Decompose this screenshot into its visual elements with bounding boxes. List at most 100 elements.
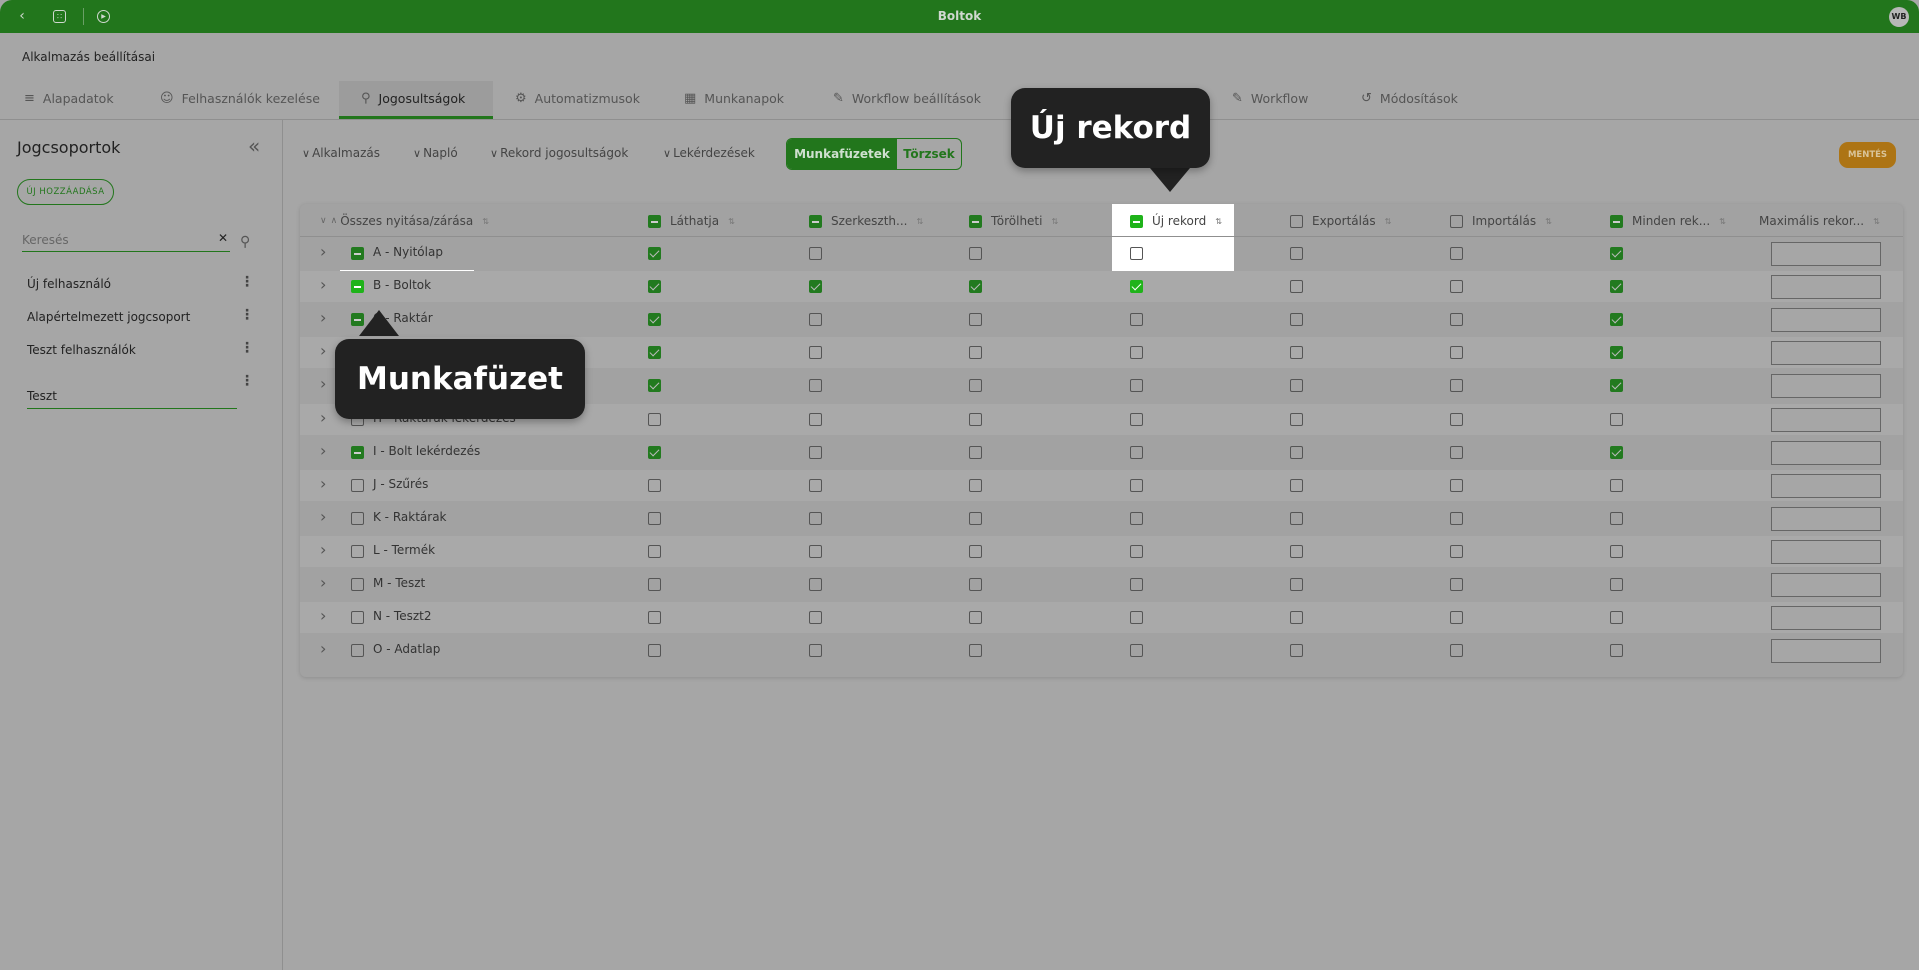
permission-checkbox[interactable] bbox=[809, 478, 822, 492]
chevron-down-icon[interactable]: ∨ bbox=[320, 216, 327, 226]
permission-checkbox[interactable] bbox=[1610, 247, 1623, 260]
max-records-input[interactable] bbox=[1771, 473, 1881, 498]
permission-checkbox[interactable] bbox=[809, 280, 822, 294]
permission-checkbox[interactable] bbox=[809, 379, 822, 393]
max-records-input[interactable] bbox=[1771, 308, 1881, 333]
permission-checkbox[interactable] bbox=[1610, 644, 1623, 658]
permission-checkbox[interactable] bbox=[1450, 578, 1463, 591]
permission-checkbox[interactable] bbox=[648, 644, 661, 658]
filter-naplo[interactable]: ∨ Napló bbox=[413, 146, 458, 160]
filter-rekord-jogosultsagok[interactable]: ∨ Rekord jogosultságok bbox=[490, 146, 628, 160]
permission-checkbox[interactable] bbox=[1130, 445, 1143, 459]
permission-checkbox[interactable] bbox=[809, 644, 822, 658]
permission-checkbox[interactable] bbox=[1610, 280, 1623, 294]
permission-checkbox[interactable] bbox=[1610, 578, 1623, 591]
sidebar-item[interactable]: Teszt felhasználók bbox=[27, 343, 136, 357]
permission-checkbox[interactable] bbox=[809, 247, 822, 260]
permission-checkbox[interactable] bbox=[648, 412, 661, 426]
max-records-input[interactable] bbox=[1771, 506, 1881, 531]
column-header[interactable]: Láthatja ⇅ bbox=[648, 214, 735, 228]
permission-checkbox[interactable] bbox=[1290, 280, 1303, 294]
row-select-checkbox[interactable] bbox=[351, 247, 364, 260]
chevron-right-icon[interactable]: › bbox=[320, 573, 326, 592]
permission-checkbox[interactable] bbox=[1450, 313, 1463, 327]
tab-munkanapok[interactable]: ▦ Munkanapok bbox=[684, 89, 784, 119]
permission-checkbox[interactable] bbox=[1290, 379, 1303, 393]
chevron-right-icon[interactable]: › bbox=[320, 540, 326, 559]
permission-checkbox[interactable] bbox=[1130, 478, 1143, 492]
permission-checkbox[interactable] bbox=[969, 511, 982, 525]
permission-checkbox[interactable] bbox=[1450, 478, 1463, 492]
row-select-checkbox[interactable] bbox=[351, 644, 364, 658]
max-records-input[interactable] bbox=[1771, 606, 1881, 631]
column-header[interactable]: Exportálás ⇅ bbox=[1290, 214, 1391, 228]
permission-checkbox[interactable] bbox=[1450, 544, 1463, 558]
max-records-header[interactable]: Maximális rekor... ⇅ bbox=[1759, 214, 1880, 228]
permission-checkbox[interactable] bbox=[1450, 280, 1463, 294]
permission-checkbox[interactable] bbox=[1290, 412, 1303, 426]
chevron-right-icon[interactable]: › bbox=[320, 242, 326, 261]
permission-checkbox[interactable] bbox=[1290, 511, 1303, 525]
permission-checkbox[interactable] bbox=[969, 346, 982, 360]
permission-checkbox[interactable] bbox=[648, 247, 661, 260]
permission-checkbox[interactable] bbox=[1290, 445, 1303, 459]
permission-checkbox[interactable] bbox=[809, 511, 822, 525]
sort-icon[interactable]: ⇅ bbox=[1719, 217, 1726, 226]
permission-checkbox[interactable] bbox=[969, 445, 982, 459]
permission-checkbox[interactable] bbox=[1290, 478, 1303, 492]
chevron-right-icon[interactable]: › bbox=[320, 308, 326, 327]
avatar[interactable]: WB bbox=[1889, 7, 1909, 27]
chevron-right-icon[interactable]: › bbox=[320, 474, 326, 493]
permission-checkbox[interactable] bbox=[648, 478, 661, 492]
permission-checkbox[interactable] bbox=[1130, 412, 1143, 426]
permission-checkbox[interactable] bbox=[969, 280, 982, 294]
chevron-right-icon[interactable]: › bbox=[320, 441, 326, 460]
permission-checkbox[interactable] bbox=[809, 346, 822, 360]
permission-checkbox[interactable] bbox=[1450, 644, 1463, 658]
tab-jogosultsagok[interactable]: ⚲ Jogosultságok bbox=[339, 81, 493, 119]
row-select-checkbox[interactable] bbox=[351, 544, 364, 558]
tab-workflow-beallitasok[interactable]: ✎ Workflow beállítások bbox=[833, 89, 981, 119]
permission-checkbox[interactable] bbox=[1290, 578, 1303, 591]
permission-checkbox[interactable] bbox=[1610, 445, 1623, 459]
sort-icon[interactable]: ⇅ bbox=[1215, 217, 1222, 226]
sort-icon[interactable]: ⇅ bbox=[1545, 217, 1552, 226]
tab-modositasok[interactable]: ↺ Módosítások bbox=[1361, 89, 1458, 119]
sidebar-item[interactable]: Alapértelmezett jogcsoport bbox=[27, 310, 190, 324]
permission-checkbox[interactable] bbox=[1610, 313, 1623, 327]
permission-checkbox[interactable] bbox=[1610, 346, 1623, 360]
tab-felhasznalok[interactable]: ☺ Felhasználók kezelése bbox=[160, 89, 320, 119]
more-icon[interactable]: ⋮ bbox=[240, 307, 254, 323]
column-select-all-checkbox[interactable] bbox=[1450, 214, 1463, 228]
permission-checkbox[interactable] bbox=[1130, 578, 1143, 591]
column-select-all-checkbox[interactable] bbox=[809, 214, 822, 228]
max-records-input[interactable] bbox=[1771, 573, 1881, 597]
chevron-right-icon[interactable]: › bbox=[320, 606, 326, 625]
permission-checkbox[interactable] bbox=[1610, 478, 1623, 492]
tab-alapadatok[interactable]: ≡ Alapadatok bbox=[24, 89, 114, 119]
max-records-input[interactable] bbox=[1771, 341, 1881, 366]
permission-checkbox[interactable] bbox=[969, 578, 982, 591]
permission-checkbox[interactable] bbox=[1610, 379, 1623, 393]
permission-checkbox[interactable] bbox=[1130, 611, 1143, 625]
permission-checkbox[interactable] bbox=[648, 280, 661, 294]
chevron-right-icon[interactable]: › bbox=[320, 507, 326, 526]
tab-workflow[interactable]: ✎ Workflow bbox=[1232, 89, 1308, 119]
chevron-right-icon[interactable]: › bbox=[320, 408, 326, 427]
permission-checkbox[interactable] bbox=[1450, 247, 1463, 260]
column-header[interactable]: Új rekord ⇅ bbox=[1130, 214, 1222, 228]
permission-checkbox[interactable] bbox=[1450, 412, 1463, 426]
group-name-input[interactable]: Teszt bbox=[27, 384, 237, 409]
permission-checkbox[interactable] bbox=[1290, 346, 1303, 360]
permission-checkbox[interactable] bbox=[809, 578, 822, 591]
permission-checkbox[interactable] bbox=[809, 445, 822, 459]
sort-icon[interactable]: ⇅ bbox=[1385, 217, 1392, 226]
permission-checkbox[interactable] bbox=[1130, 511, 1143, 525]
column-select-all-checkbox[interactable] bbox=[1610, 214, 1623, 228]
permission-checkbox[interactable] bbox=[1450, 346, 1463, 360]
permission-checkbox[interactable] bbox=[1290, 247, 1303, 260]
max-records-input[interactable] bbox=[1771, 539, 1881, 564]
permission-checkbox[interactable] bbox=[809, 313, 822, 327]
row-select-checkbox[interactable] bbox=[351, 611, 364, 625]
column-header[interactable]: Minden rek... ⇅ bbox=[1610, 214, 1726, 228]
